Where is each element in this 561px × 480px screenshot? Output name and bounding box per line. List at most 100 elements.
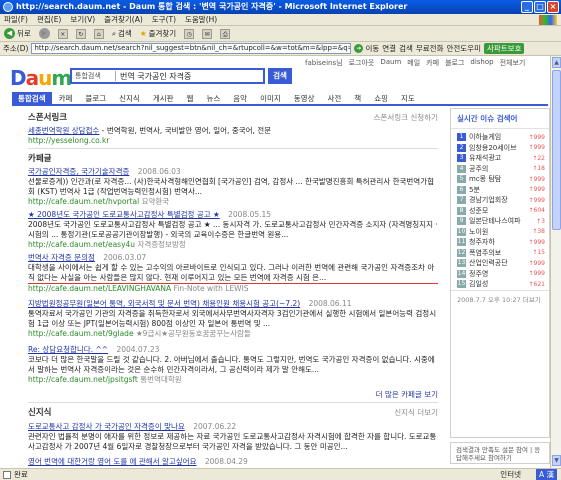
result-url[interactable]: http://cafe.daum.net/9glade bbox=[28, 329, 134, 338]
result-url[interactable]: http://cafe.daum.net/LEAVINGHAVANA bbox=[28, 284, 171, 293]
home-icon[interactable]: ⌂ bbox=[93, 28, 104, 39]
knowledge-more-link[interactable]: 신지식 더보기 bbox=[394, 408, 438, 418]
result-url[interactable]: http://cafe.daum.net/easy4u bbox=[28, 240, 135, 249]
menu-help[interactable]: 도움말(H) bbox=[185, 14, 217, 25]
tab-music[interactable]: 음악 bbox=[227, 92, 253, 106]
ranking-item[interactable]: 12 폭염주의보 ↑15 bbox=[451, 248, 549, 259]
ranking-item[interactable]: 3 유재석광고 ↑22 bbox=[451, 153, 549, 164]
ranking-item[interactable]: 15 김일성 ↑621 bbox=[451, 279, 549, 290]
result-title[interactable]: 국가공인자격증, 국가기술자격증 bbox=[28, 167, 129, 176]
more-cafe-link[interactable]: 더 많은 카페글 보기 bbox=[376, 390, 438, 399]
scroll-thumb[interactable] bbox=[552, 70, 561, 230]
ranking-item[interactable]: 8 성준모 ↑604 bbox=[451, 206, 549, 217]
maximize-button[interactable]: □ bbox=[534, 1, 546, 13]
topnav-daum[interactable]: Daum bbox=[380, 58, 401, 68]
tab-knowledge[interactable]: 신지식 bbox=[113, 92, 146, 106]
topnav-logout[interactable]: 로그아웃 bbox=[349, 58, 375, 68]
tab-image[interactable]: 이미지 bbox=[254, 92, 287, 106]
result-source[interactable]: ★9급시★공무원동호꿈꿈꾸는사람들 bbox=[136, 329, 251, 338]
menu-view[interactable]: 보기(V) bbox=[70, 14, 95, 25]
scroll-down-icon[interactable]: ▼ bbox=[552, 455, 561, 466]
topnav-mail[interactable]: 메일 bbox=[407, 58, 420, 68]
result-source[interactable]: 자격증정보방정 bbox=[137, 240, 185, 249]
menu-tools[interactable]: 도구(T) bbox=[152, 14, 176, 25]
print-icon[interactable]: ⎙ bbox=[220, 28, 231, 39]
favorites-button[interactable]: ★ 즐겨찾기 bbox=[140, 28, 176, 39]
links-label[interactable]: 연결 bbox=[382, 43, 396, 54]
minimize-button[interactable]: _ bbox=[521, 1, 533, 13]
tab-map[interactable]: 지도 bbox=[395, 92, 421, 106]
sponsor-apply-link[interactable]: 스폰서링크 신청하기 bbox=[374, 113, 438, 123]
result-title[interactable]: 지방법원정공무원(일본어 통역, 외국서적 및 문서 번역) 채용인원 채용시험… bbox=[28, 299, 300, 308]
tab-book[interactable]: 책 bbox=[348, 92, 367, 106]
result-source[interactable]: 통번역대학원 bbox=[140, 375, 181, 384]
menu-favorites[interactable]: 즐겨찾기(A) bbox=[104, 14, 143, 25]
sponsor-title[interactable]: 세종번역학원 상담접수 bbox=[28, 126, 99, 135]
result-source[interactable]: Fin-Note with LEWIS bbox=[174, 284, 249, 293]
result-title[interactable]: ★ 2008년도 국가공인 도로교통사고감정사 특별검정 공고 ★ bbox=[28, 210, 220, 219]
ime-indicator[interactable]: A 漢 bbox=[535, 469, 557, 480]
result-title[interactable]: Re: 상담요청합니다. ^^ bbox=[28, 345, 108, 354]
result-title[interactable]: 도로교통사고 감정사 가 국가공인 자격증이 맞나요 bbox=[28, 422, 185, 431]
result-title[interactable]: 번역사 자격증 문의점 bbox=[28, 253, 95, 262]
ranking-item[interactable]: 11 청주자하 ↑999 bbox=[451, 237, 549, 248]
search-input[interactable]: 번역 국가공인 자격증 bbox=[116, 71, 263, 82]
ranking-item[interactable]: 2 임창용20세이브 ↑999 bbox=[451, 143, 549, 154]
tab-web[interactable]: 웹 bbox=[181, 92, 200, 106]
history-icon[interactable]: ◷ bbox=[184, 28, 195, 39]
result-url[interactable]: http://cafe.daum.net/jpsitgsft bbox=[28, 375, 138, 384]
vertical-scrollbar[interactable]: ▲ ▼ bbox=[550, 56, 561, 468]
safe-helper-button[interactable]: 안전도우미 bbox=[446, 43, 481, 54]
list-item: 지방법원정공무원(일본어 통역, 외국서적 및 문서 번역) 채용인원 채용시험… bbox=[28, 299, 438, 339]
rank-change: ↑38 bbox=[532, 228, 545, 236]
free-call-button[interactable]: 무료전화 bbox=[416, 43, 444, 54]
scroll-up-icon[interactable]: ▲ bbox=[552, 57, 561, 68]
result-title[interactable]: 영어 번역에 대한거랑 영어 도를 에 관해서 알고싶어요 bbox=[28, 457, 197, 466]
addr-search-button[interactable]: 검색 bbox=[399, 43, 413, 54]
tab-video[interactable]: 동영상 bbox=[288, 92, 321, 106]
tab-news[interactable]: 뉴스 bbox=[200, 92, 226, 106]
address-input[interactable]: http://search.daum.net/search?nil_sugges… bbox=[31, 43, 352, 54]
topnav-all[interactable]: 전체보기 bbox=[500, 58, 526, 68]
daum-logo[interactable]: Daum bbox=[10, 66, 72, 90]
menu-edit[interactable]: 편집(E) bbox=[37, 14, 61, 25]
result-snippet: 2008년도 국가공인 도로교통사고감정사 특별검정 공고 ★ ... 동시자격… bbox=[28, 220, 438, 239]
stop-icon[interactable]: × bbox=[57, 28, 68, 39]
result-url[interactable]: http://cafe.daum.net/hvportal bbox=[28, 197, 139, 206]
ranking-item[interactable]: 1 이하늘게임 ↑999 bbox=[451, 132, 549, 143]
ranking-item[interactable]: 10 노이원 ↑38 bbox=[451, 227, 549, 238]
search-toolbar-button[interactable]: ⌕ 검색 bbox=[112, 28, 132, 39]
refresh-icon[interactable]: ↻ bbox=[75, 28, 86, 39]
mail-icon[interactable]: ✉ bbox=[202, 28, 213, 39]
ranking-footer[interactable]: 2008.7.7 오후 10:27 더보기 bbox=[451, 289, 549, 307]
ranking-item[interactable]: 13 산업인력공단 ↑999 bbox=[451, 258, 549, 269]
tab-cafe[interactable]: 카페 bbox=[53, 92, 79, 106]
sponsor-url[interactable]: http://yesselong.co.kr bbox=[28, 136, 438, 146]
tab-blog[interactable]: 블로그 bbox=[79, 92, 112, 106]
menu-bar: 파일(F) 편집(E) 보기(V) 즐겨찾기(A) 도구(T) 도움말(H) bbox=[0, 14, 561, 26]
topnav-blog[interactable]: 블로그 bbox=[445, 58, 464, 68]
menu-file[interactable]: 파일(F) bbox=[4, 14, 28, 25]
ranking-item[interactable]: 9 일본단테나스여파 ↑3 bbox=[451, 216, 549, 227]
tab-board[interactable]: 게시판 bbox=[147, 92, 180, 106]
topnav-cafe[interactable]: 카페 bbox=[426, 58, 439, 68]
safe-protect-button[interactable]: 사파트보호 bbox=[483, 43, 525, 54]
tab-all[interactable]: 통합검색 bbox=[12, 92, 52, 106]
ranking-item[interactable]: 4 공주의 ↑18 bbox=[451, 164, 549, 175]
result-source[interactable]: 요약환국 bbox=[142, 197, 170, 206]
search-category-select[interactable]: 통합검색 bbox=[72, 71, 116, 81]
forward-button[interactable]: ▶ bbox=[38, 28, 50, 39]
survey-box[interactable]: 검색결과 만족도 설문 참여 | 응답해주세요 참여하기 bbox=[450, 442, 550, 464]
ranking-item[interactable]: 6 5분 ↑999 bbox=[451, 185, 549, 196]
close-button[interactable]: × bbox=[547, 1, 559, 13]
ranking-item[interactable]: 14 정주영 ↑999 bbox=[451, 269, 549, 280]
tab-dictionary[interactable]: 사전 bbox=[321, 92, 347, 106]
back-button[interactable]: ◀ 뒤로 bbox=[4, 28, 31, 39]
ranking-item[interactable]: 5 mc몽 탐탐 ↑999 bbox=[451, 174, 549, 185]
knowledge-heading: 신지식 bbox=[28, 408, 52, 418]
go-button[interactable]: ➔ 이동 bbox=[354, 43, 379, 54]
topnav-dishop[interactable]: dishop bbox=[470, 58, 493, 68]
search-button[interactable]: 검색 bbox=[268, 68, 292, 84]
tab-shopping[interactable]: 쇼핑 bbox=[368, 92, 394, 106]
ranking-item[interactable]: 7 경남기업회장 ↑999 bbox=[451, 195, 549, 206]
